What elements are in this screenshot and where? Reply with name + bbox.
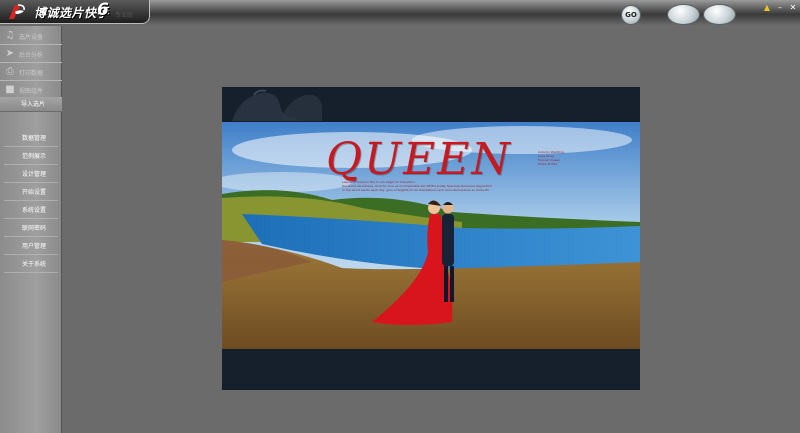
sidebar-item-design[interactable]: 设计管理 [0, 166, 62, 183]
lock-icon[interactable]: ▲ [762, 3, 772, 12]
music-note-icon: ♫ [5, 30, 15, 41]
caption-line: Photo Studio [538, 162, 558, 166]
app-logo-tab: 博诚选片快手 6 专业版 [0, 0, 150, 24]
sidebar-item-data[interactable]: 数据管理 [0, 130, 62, 147]
main-workspace: QUEEN Leaves in Autumn the Yi-can begin … [63, 26, 800, 433]
sidebar-item-network[interactable]: 联网密码 [0, 220, 62, 237]
wedding-photo: QUEEN Leaves in Autumn the Yi-can begin … [222, 122, 640, 349]
sidebar-item-print[interactable]: ⎙ 打印数据 [0, 64, 62, 81]
photo-preview[interactable]: QUEEN Leaves in Autumn the Yi-can begin … [222, 87, 640, 390]
sidebar-item-samples[interactable]: 范例展示 [0, 148, 62, 165]
title-bar: 博诚选片快手 6 专业版 GO ▲ – ✕ [0, 0, 800, 26]
app-window: 博诚选片快手 6 专业版 GO ▲ – ✕ ♫ 选片设备 ➤ 后台分析 ⎙ 打印… [0, 0, 800, 433]
app-version: 6 [97, 0, 109, 20]
photo-caption: Leaves in Autumn the Yi-can begin for tr… [342, 180, 492, 192]
go-button[interactable]: GO [621, 5, 641, 25]
sidebar-item-device[interactable]: ♫ 选片设备 [0, 28, 62, 45]
photo-side-caption: Autumn Wedding Love Story Forever Queen … [538, 150, 564, 166]
sidebar-item-label: 后台分析 [19, 51, 44, 59]
app-logo-icon [9, 4, 25, 19]
sidebar-item-users[interactable]: 用户管理 [0, 238, 62, 255]
sidebar-item-label: 选片设备 [19, 33, 44, 41]
stamp-icon: ■ [5, 84, 15, 95]
app-edition: 专业版 [115, 12, 134, 19]
sidebar-item-about[interactable]: 关于系统 [0, 256, 62, 273]
sidebar-item-label: 视图组件 [19, 87, 44, 95]
swan-watermark-icon [232, 89, 322, 121]
toolbar-oval-button-1[interactable] [667, 4, 700, 25]
close-icon[interactable]: ✕ [788, 3, 798, 12]
printer-icon: ⎙ [6, 66, 14, 77]
sidebar-item-start[interactable]: 开始设置 [0, 184, 62, 201]
minimize-icon[interactable]: – [775, 3, 785, 12]
sidebar-item-system[interactable]: 系统设置 [0, 202, 62, 219]
photo-title: QUEEN [326, 134, 512, 185]
toolbar-oval-button-2[interactable] [703, 4, 736, 25]
sidebar-item-analysis[interactable]: ➤ 后台分析 [0, 46, 62, 63]
caption-line: in the world hands each day, give a Heig… [342, 188, 489, 192]
pointer-icon: ➤ [5, 48, 15, 59]
import-button[interactable]: 导入选片 [0, 97, 62, 112]
sidebar-item-label: 打印数据 [19, 69, 44, 77]
sidebar: ♫ 选片设备 ➤ 后台分析 ⎙ 打印数据 ■ 视图组件 导入选片 数据管理 范例… [0, 26, 62, 433]
